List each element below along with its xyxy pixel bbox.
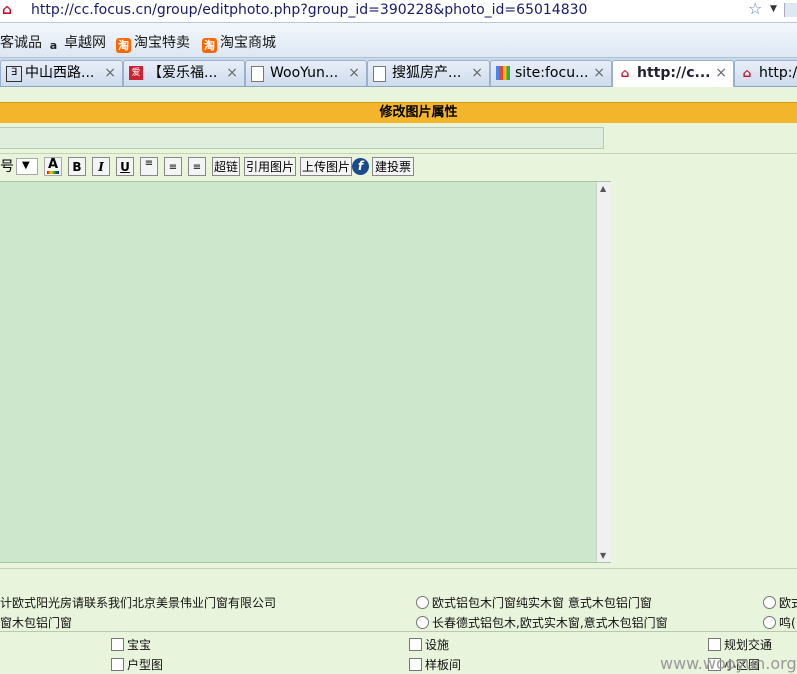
url-text[interactable]: http://cc.focus.cn/group/editphoto.php?g… (31, 1, 587, 19)
option-text: 计欧式阳光房请联系我们北京美景伟业门窗有限公司 (0, 596, 277, 610)
radio-option[interactable]: 鸣( (763, 614, 796, 631)
font-color-button[interactable]: A (44, 157, 62, 176)
focus-icon: ⌂ (742, 66, 752, 80)
bookmark-item[interactable]: 客诚品 (0, 32, 42, 52)
focus-icon: ⌂ (620, 66, 630, 80)
bookmark-star-icon[interactable]: ☆ (748, 0, 762, 18)
divider (0, 631, 797, 632)
taobao-icon: 淘 (202, 38, 217, 53)
forum-icon: 爱 (129, 66, 143, 80)
browser-tab[interactable]: 爱 【爱乐福... × (123, 60, 245, 86)
radio-icon[interactable] (416, 596, 429, 609)
category-checkbox[interactable]: 宝宝 (111, 636, 151, 653)
bold-button[interactable]: B (68, 157, 86, 176)
doc-icon (373, 66, 386, 82)
category-checkbox[interactable]: 设施 (409, 636, 449, 653)
checkbox-icon[interactable] (409, 638, 422, 651)
browser-tab[interactable]: 搜狐房产... × (367, 60, 490, 86)
google-icon (496, 66, 510, 80)
vote-button[interactable]: 建投票 (372, 157, 414, 176)
content-editor[interactable] (0, 181, 611, 563)
align-right-icon: ≡ (192, 162, 202, 173)
align-center-button[interactable]: ≡ (164, 157, 182, 176)
checkbox-icon[interactable] (708, 638, 721, 651)
bookmark-item[interactable]: 淘淘宝商城 (202, 32, 276, 53)
flash-icon[interactable]: f (352, 158, 369, 175)
radio-icon[interactable] (763, 616, 776, 629)
editor-scrollbar[interactable]: ▲ ▼ (596, 182, 611, 562)
site-favicon-icon: ⌂ (2, 2, 13, 18)
divider (0, 568, 797, 569)
scroll-up-icon[interactable]: ▲ (600, 184, 606, 193)
close-tab-icon[interactable]: × (104, 61, 116, 86)
close-tab-icon[interactable]: × (715, 61, 727, 86)
category-checkbox[interactable]: 样板间 (409, 656, 461, 673)
align-left-icon: ≡ (144, 158, 154, 169)
category-checkbox[interactable]: 规划交通 (708, 636, 772, 653)
underline-button[interactable]: U (116, 157, 134, 176)
title-input[interactable] (0, 127, 604, 149)
page-top-strip (0, 87, 797, 102)
font-size-select[interactable]: ▼ (16, 158, 38, 175)
radio-option[interactable]: 欧式 (763, 594, 797, 611)
align-right-button[interactable]: ≡ (188, 157, 206, 176)
close-tab-icon[interactable]: × (348, 61, 360, 86)
history-dropdown-icon[interactable]: ▼ (770, 4, 777, 14)
checkbox-icon[interactable] (111, 658, 124, 671)
browser-tab-active[interactable]: ⌂ http://c... × (612, 60, 734, 88)
address-bar[interactable]: ⌂ http://cc.focus.cn/group/editphoto.php… (0, 0, 797, 23)
bookmark-item[interactable]: a 卓越网 (46, 32, 106, 53)
doc-icon (251, 66, 264, 82)
editor-toolbar: 号 ▼ A B I U ≡ ≡ ≡ 超链 引用图片 上传图片 f 建投票 (0, 154, 797, 180)
close-tab-icon[interactable]: × (593, 61, 605, 86)
close-tab-icon[interactable]: × (471, 61, 483, 86)
page-title: 修改图片属性 (379, 105, 458, 120)
option-text: 窗木包铝门窗 (0, 616, 73, 630)
close-tab-icon[interactable]: × (226, 61, 238, 86)
radio-option[interactable]: 长春德式铝包木,欧式实木窗,意式木包铝门窗 (416, 614, 668, 631)
scroll-down-icon[interactable]: ▼ (600, 551, 606, 560)
tab-bar: ∃ 中山西路... × 爱 【爱乐福... × WooYun... × 搜狐房产… (0, 58, 797, 88)
browser-tab[interactable]: ⌂ http:/ (734, 60, 797, 86)
upload-image-button[interactable]: 上传图片 (300, 157, 352, 176)
quote-image-button[interactable]: 引用图片 (244, 157, 296, 176)
font-color-icon: A (47, 157, 59, 172)
italic-button[interactable]: I (92, 157, 110, 176)
amazon-icon: a (49, 39, 58, 52)
link-button[interactable]: 超链 (212, 157, 240, 176)
checkbox-icon[interactable] (111, 638, 124, 651)
title-bar: 修改图片属性 (0, 102, 797, 124)
browser-tab[interactable]: ∃ 中山西路... × (0, 60, 123, 86)
watermark: www.wooyun.org (660, 654, 797, 673)
radio-icon[interactable] (763, 596, 776, 609)
bookmarks-bar: 客诚品 a 卓越网 淘淘宝特卖 淘淘宝商城 (0, 23, 797, 58)
radio-icon[interactable] (416, 616, 429, 629)
align-left-button[interactable]: ≡ (140, 157, 158, 176)
bookmark-item[interactable]: 淘淘宝特卖 (116, 32, 190, 53)
go-button[interactable] (784, 3, 797, 17)
taobao-icon: 淘 (116, 38, 131, 53)
category-checkbox[interactable]: 户型图 (111, 656, 163, 673)
checkbox-icon[interactable] (409, 658, 422, 671)
browser-tab[interactable]: site:focu... × (490, 60, 612, 86)
font-size-label: 号 (0, 159, 14, 175)
align-center-icon: ≡ (168, 162, 178, 173)
chevron-down-icon: ▼ (22, 160, 30, 171)
page-icon: ∃ (6, 66, 22, 82)
browser-tab[interactable]: WooYun... × (245, 60, 367, 86)
title-row (0, 123, 797, 154)
radio-option[interactable]: 欧式铝包木门窗纯实木窗 意式木包铝门窗 (416, 594, 652, 611)
